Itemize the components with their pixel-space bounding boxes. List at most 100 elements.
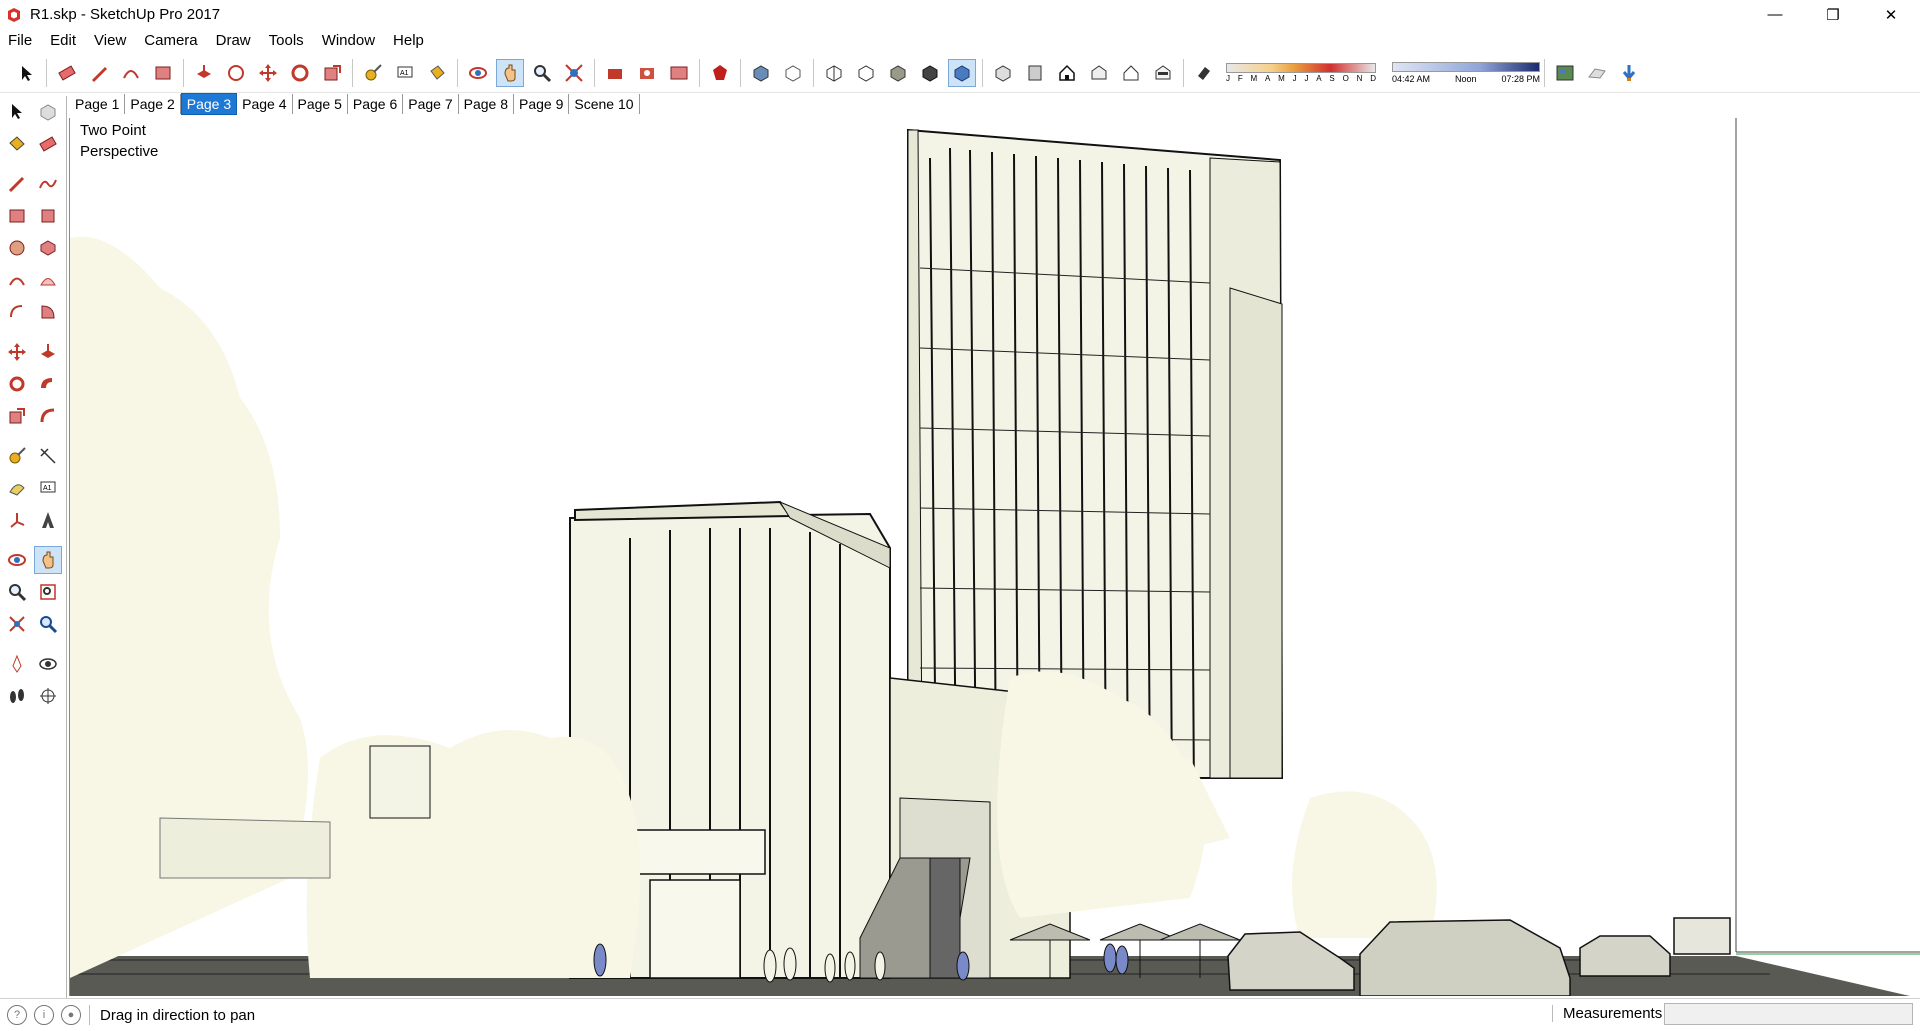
pan-icon[interactable] xyxy=(496,59,524,87)
pencil-icon[interactable] xyxy=(85,59,113,87)
credits-status-icon[interactable]: i xyxy=(34,1005,54,1025)
wireframe-style-icon[interactable] xyxy=(820,59,848,87)
freehand-tool-icon[interactable] xyxy=(35,170,63,198)
text-tool-icon[interactable]: A1 xyxy=(35,474,63,502)
follow-me-icon[interactable] xyxy=(222,59,250,87)
arc-tool-icon[interactable] xyxy=(3,266,31,294)
sandbox-import-icon[interactable] xyxy=(1615,59,1643,87)
xray-style-icon[interactable] xyxy=(747,59,775,87)
eraser-icon[interactable] xyxy=(53,59,81,87)
position-camera-tool-icon[interactable] xyxy=(3,650,31,678)
right-view-icon[interactable] xyxy=(1085,59,1113,87)
shadow-time-slider[interactable]: 04:42 AM Noon 07:28 PM xyxy=(1392,62,1540,84)
protractor-tool-icon[interactable] xyxy=(3,474,31,502)
dimension-tool-icon[interactable] xyxy=(35,442,63,470)
menu-edit[interactable]: Edit xyxy=(41,29,85,53)
menu-file[interactable]: File xyxy=(0,29,41,53)
geo-location-status-icon[interactable]: ? xyxy=(7,1005,27,1025)
tab-page-1[interactable]: Page 1 xyxy=(70,94,126,114)
rectangle-icon[interactable] xyxy=(149,59,177,87)
pie-tool-icon[interactable] xyxy=(35,298,63,326)
scale-tool-icon[interactable] xyxy=(3,402,31,430)
eraser-tool-icon[interactable] xyxy=(35,130,63,158)
tab-page-3[interactable]: Page 3 xyxy=(180,93,238,115)
tape-measure-tool-icon[interactable] xyxy=(3,442,31,470)
three-point-arc-tool-icon[interactable] xyxy=(3,298,31,326)
tab-scene-10[interactable]: Scene 10 xyxy=(569,94,640,114)
back-view-icon[interactable] xyxy=(1117,59,1145,87)
shaded-style-icon[interactable] xyxy=(884,59,912,87)
follow-me-tool-icon[interactable] xyxy=(35,370,63,398)
push-pull-icon[interactable] xyxy=(190,59,218,87)
menu-camera[interactable]: Camera xyxy=(135,29,206,53)
maximize-button[interactable]: ❐ xyxy=(1804,0,1862,29)
model-viewport[interactable]: Two Point Perspective xyxy=(69,118,1920,996)
two-point-arc-tool-icon[interactable] xyxy=(35,266,63,294)
zoom-tool-icon[interactable] xyxy=(3,578,31,606)
geo-location-icon[interactable] xyxy=(1551,59,1579,87)
push-pull-tool-icon[interactable] xyxy=(35,338,63,366)
select-icon[interactable] xyxy=(12,59,40,87)
menu-window[interactable]: Window xyxy=(313,29,384,53)
menu-view[interactable]: View xyxy=(85,29,135,53)
sketchup-app-icon[interactable] xyxy=(6,7,22,23)
previous-view-tool-icon[interactable] xyxy=(35,610,63,638)
menu-draw[interactable]: Draw xyxy=(207,29,260,53)
tab-page-4[interactable]: Page 4 xyxy=(237,94,293,114)
zoom-window-tool-icon[interactable] xyxy=(35,578,63,606)
minimize-button[interactable]: — xyxy=(1746,0,1804,29)
monochrome-style-icon[interactable] xyxy=(948,59,976,87)
3d-text-tool-icon[interactable] xyxy=(35,506,63,534)
front-view-icon[interactable] xyxy=(1053,59,1081,87)
share-model-icon[interactable] xyxy=(665,59,693,87)
time-bar[interactable] xyxy=(1392,62,1540,72)
shadow-date-slider[interactable]: JFMAMJJASOND xyxy=(1226,63,1376,83)
tab-page-6[interactable]: Page 6 xyxy=(348,94,404,114)
line-tool-icon[interactable] xyxy=(3,170,31,198)
rotate-icon[interactable] xyxy=(286,59,314,87)
tab-page-7[interactable]: Page 7 xyxy=(403,94,459,114)
select-tool-icon[interactable] xyxy=(3,98,31,126)
menu-help[interactable]: Help xyxy=(384,29,433,53)
display-shadows-icon[interactable] xyxy=(1190,59,1218,87)
zoom-extents-tool-icon[interactable] xyxy=(3,610,31,638)
month-bar[interactable] xyxy=(1226,63,1376,73)
move-tool-icon[interactable] xyxy=(3,338,31,366)
iso-view-icon[interactable] xyxy=(989,59,1017,87)
tape-measure-icon[interactable] xyxy=(359,59,387,87)
look-around-tool-icon[interactable] xyxy=(35,650,63,678)
shaded-textures-style-icon[interactable] xyxy=(916,59,944,87)
zoom-extents-icon[interactable] xyxy=(560,59,588,87)
text-icon[interactable]: A1 xyxy=(391,59,419,87)
circle-tool-icon[interactable] xyxy=(3,234,31,262)
tab-page-2[interactable]: Page 2 xyxy=(125,94,181,114)
tab-page-9[interactable]: Page 9 xyxy=(514,94,570,114)
zoom-icon[interactable] xyxy=(528,59,556,87)
3d-warehouse-icon[interactable] xyxy=(601,59,629,87)
tab-page-5[interactable]: Page 5 xyxy=(293,94,348,114)
menu-tools[interactable]: Tools xyxy=(260,29,313,53)
extension-warehouse-icon[interactable] xyxy=(706,59,734,87)
orbit-tool-icon[interactable] xyxy=(3,546,30,574)
section-plane-tool-icon[interactable] xyxy=(35,682,63,710)
rotate-tool-icon[interactable] xyxy=(3,370,31,398)
close-button[interactable]: ✕ xyxy=(1862,0,1920,29)
offset-tool-icon[interactable] xyxy=(35,402,63,430)
left-view-icon[interactable] xyxy=(1149,59,1177,87)
move-icon[interactable] xyxy=(254,59,282,87)
walk-tool-icon[interactable] xyxy=(3,682,31,710)
polygon-tool-icon[interactable] xyxy=(35,234,63,262)
measurements-input[interactable] xyxy=(1664,1003,1913,1025)
make-component-icon[interactable] xyxy=(35,98,63,126)
orbit-icon[interactable] xyxy=(464,59,492,87)
rectangle-tool-icon[interactable] xyxy=(3,202,31,230)
paint-bucket-icon[interactable] xyxy=(423,59,451,87)
axes-tool-icon[interactable] xyxy=(3,506,31,534)
arc-icon[interactable] xyxy=(117,59,145,87)
top-view-icon[interactable] xyxy=(1021,59,1049,87)
pan-tool-icon[interactable] xyxy=(34,546,62,574)
tab-page-8[interactable]: Page 8 xyxy=(459,94,514,114)
back-edges-style-icon[interactable] xyxy=(779,59,807,87)
share-component-icon[interactable] xyxy=(633,59,661,87)
rotated-rectangle-tool-icon[interactable] xyxy=(35,202,63,230)
